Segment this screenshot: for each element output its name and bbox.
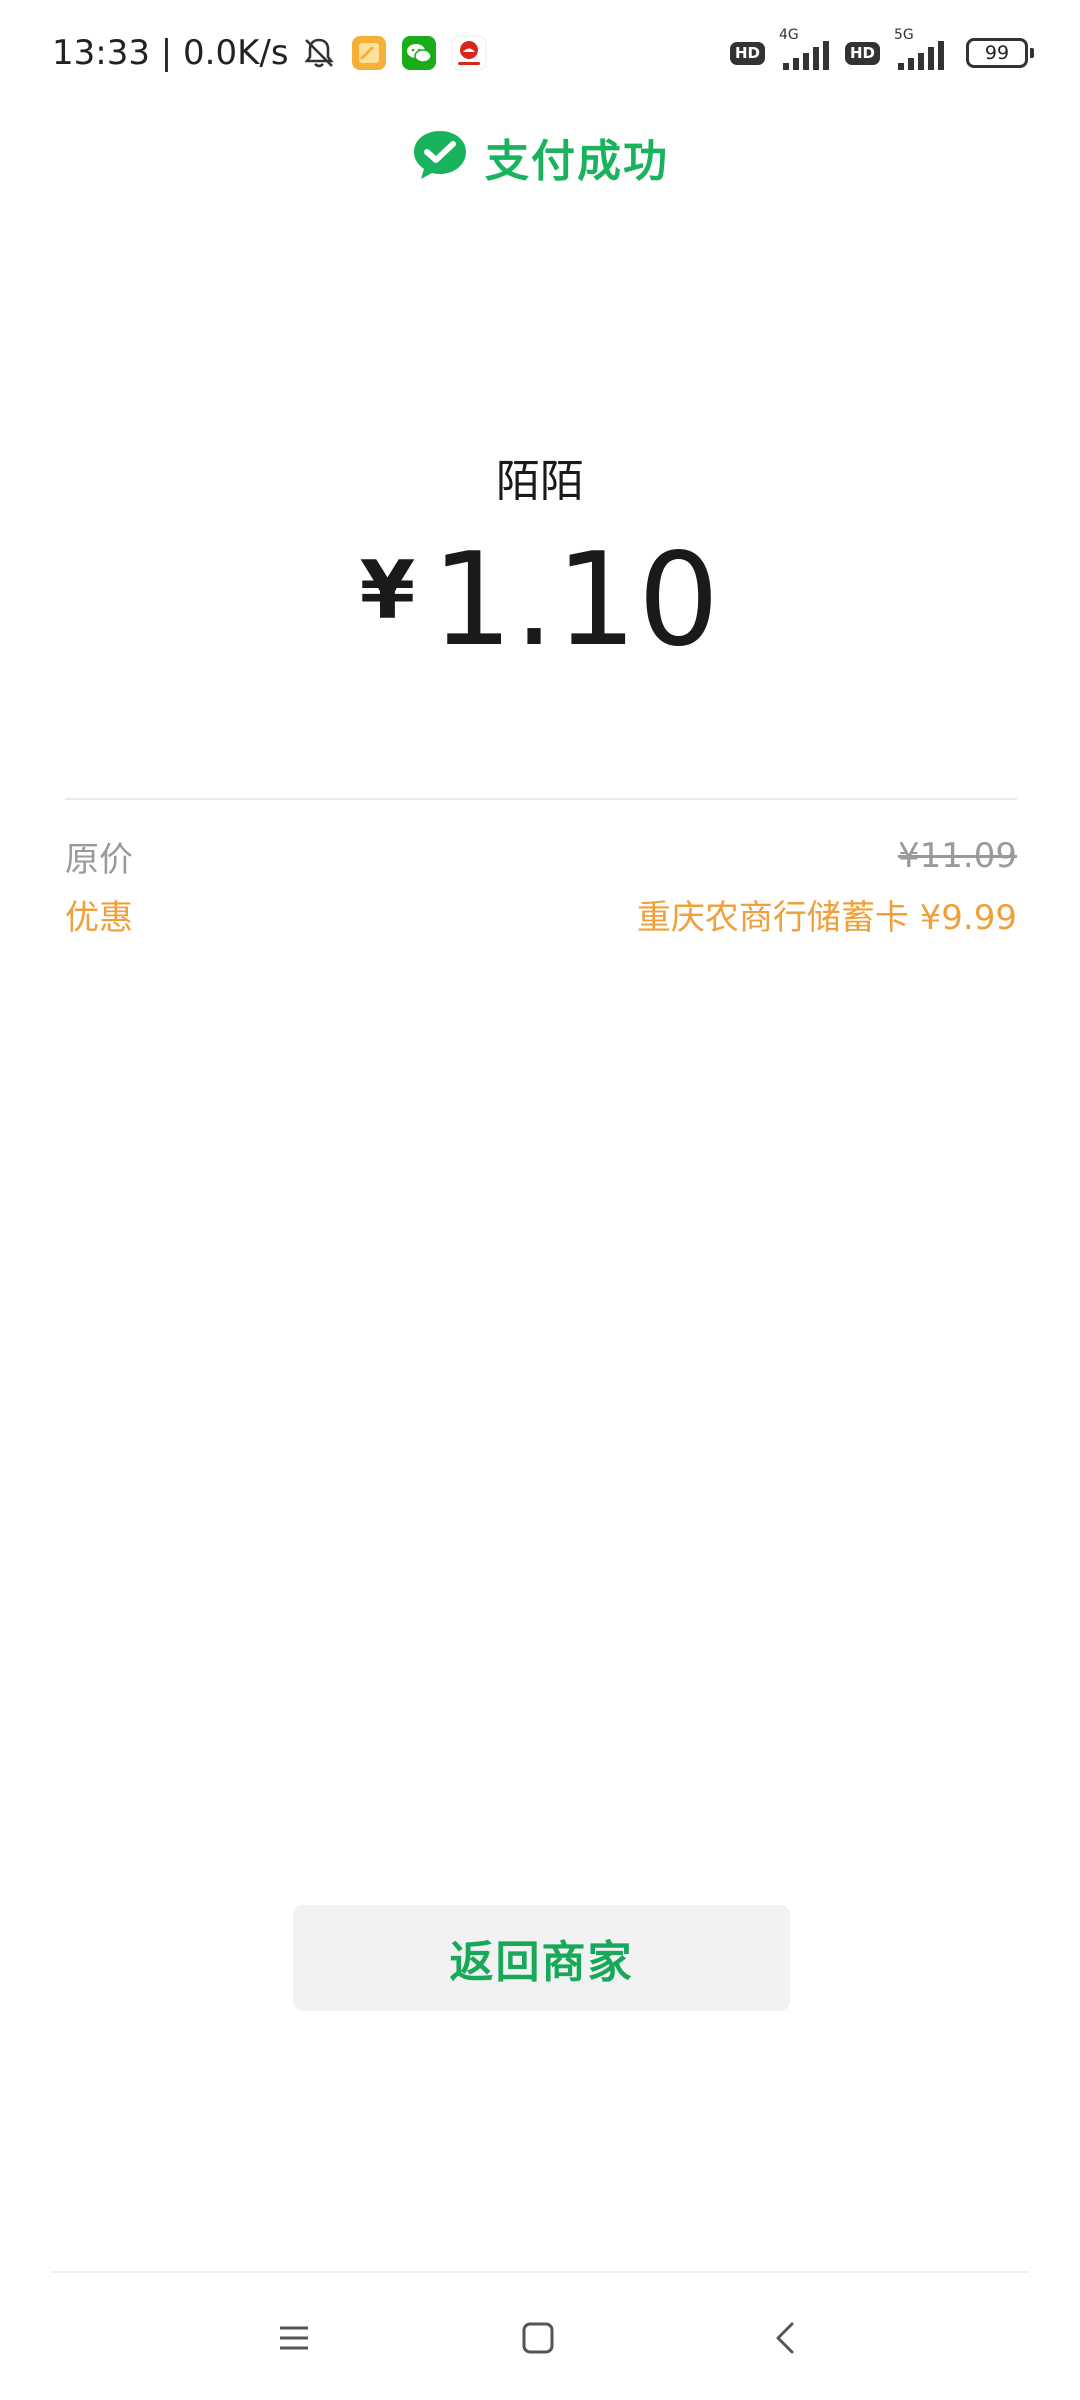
back-to-merchant-button[interactable]: 返回商家 (293, 1905, 790, 2011)
currency-symbol: ¥ (359, 543, 416, 637)
menu-icon[interactable] (258, 2302, 330, 2374)
notes-app-icon (349, 33, 389, 73)
discount-label: 优惠 (65, 897, 133, 938)
discount-row: 优惠 重庆农商行储蓄卡 ¥9.99 (65, 888, 1017, 940)
navigation-bar (0, 2274, 1080, 2400)
nav-divider (50, 2271, 1030, 2273)
hd-badge-1: HD (729, 41, 765, 65)
divider (65, 798, 1017, 800)
merchant-name: 陌陌 (496, 456, 584, 507)
success-header: 支付成功 (0, 122, 1080, 192)
signal-icon-2: 5G (890, 27, 948, 73)
battery-icon: 99 (966, 38, 1034, 68)
back-icon[interactable] (750, 2302, 822, 2374)
amount-row: ¥ 1.10 (0, 526, 1080, 675)
status-time: 13:33 | 0.0K/s (52, 33, 289, 73)
original-price-value: ¥11.09 (898, 836, 1017, 876)
payment-success-screen: 13:33 | 0.0K/s HD 4G HD 5G 99 支付成功 陌陌 ¥ … (0, 0, 1080, 2400)
discount-value: 重庆农商行储蓄卡 ¥9.99 (636, 897, 1017, 938)
original-price-row: 原价 ¥11.09 (65, 830, 1017, 882)
wechat-pay-check-icon (411, 128, 469, 186)
wechat-icon (399, 33, 439, 73)
payment-amount: 1.10 (431, 525, 721, 675)
home-icon[interactable] (502, 2302, 574, 2374)
hd-badge-2: HD (844, 41, 880, 65)
app-notification-icon (449, 33, 489, 73)
original-price-label: 原价 (65, 839, 133, 880)
status-right: HD 4G HD 5G 99 (729, 27, 1034, 76)
status-left: 13:33 | 0.0K/s (52, 28, 489, 78)
status-bar: 13:33 | 0.0K/s HD 4G HD 5G 99 (0, 0, 1080, 105)
silent-bell-icon (299, 33, 339, 73)
page-title: 支付成功 (485, 136, 669, 187)
signal-icon: 4G (775, 27, 833, 73)
battery-level: 99 (984, 41, 1010, 64)
